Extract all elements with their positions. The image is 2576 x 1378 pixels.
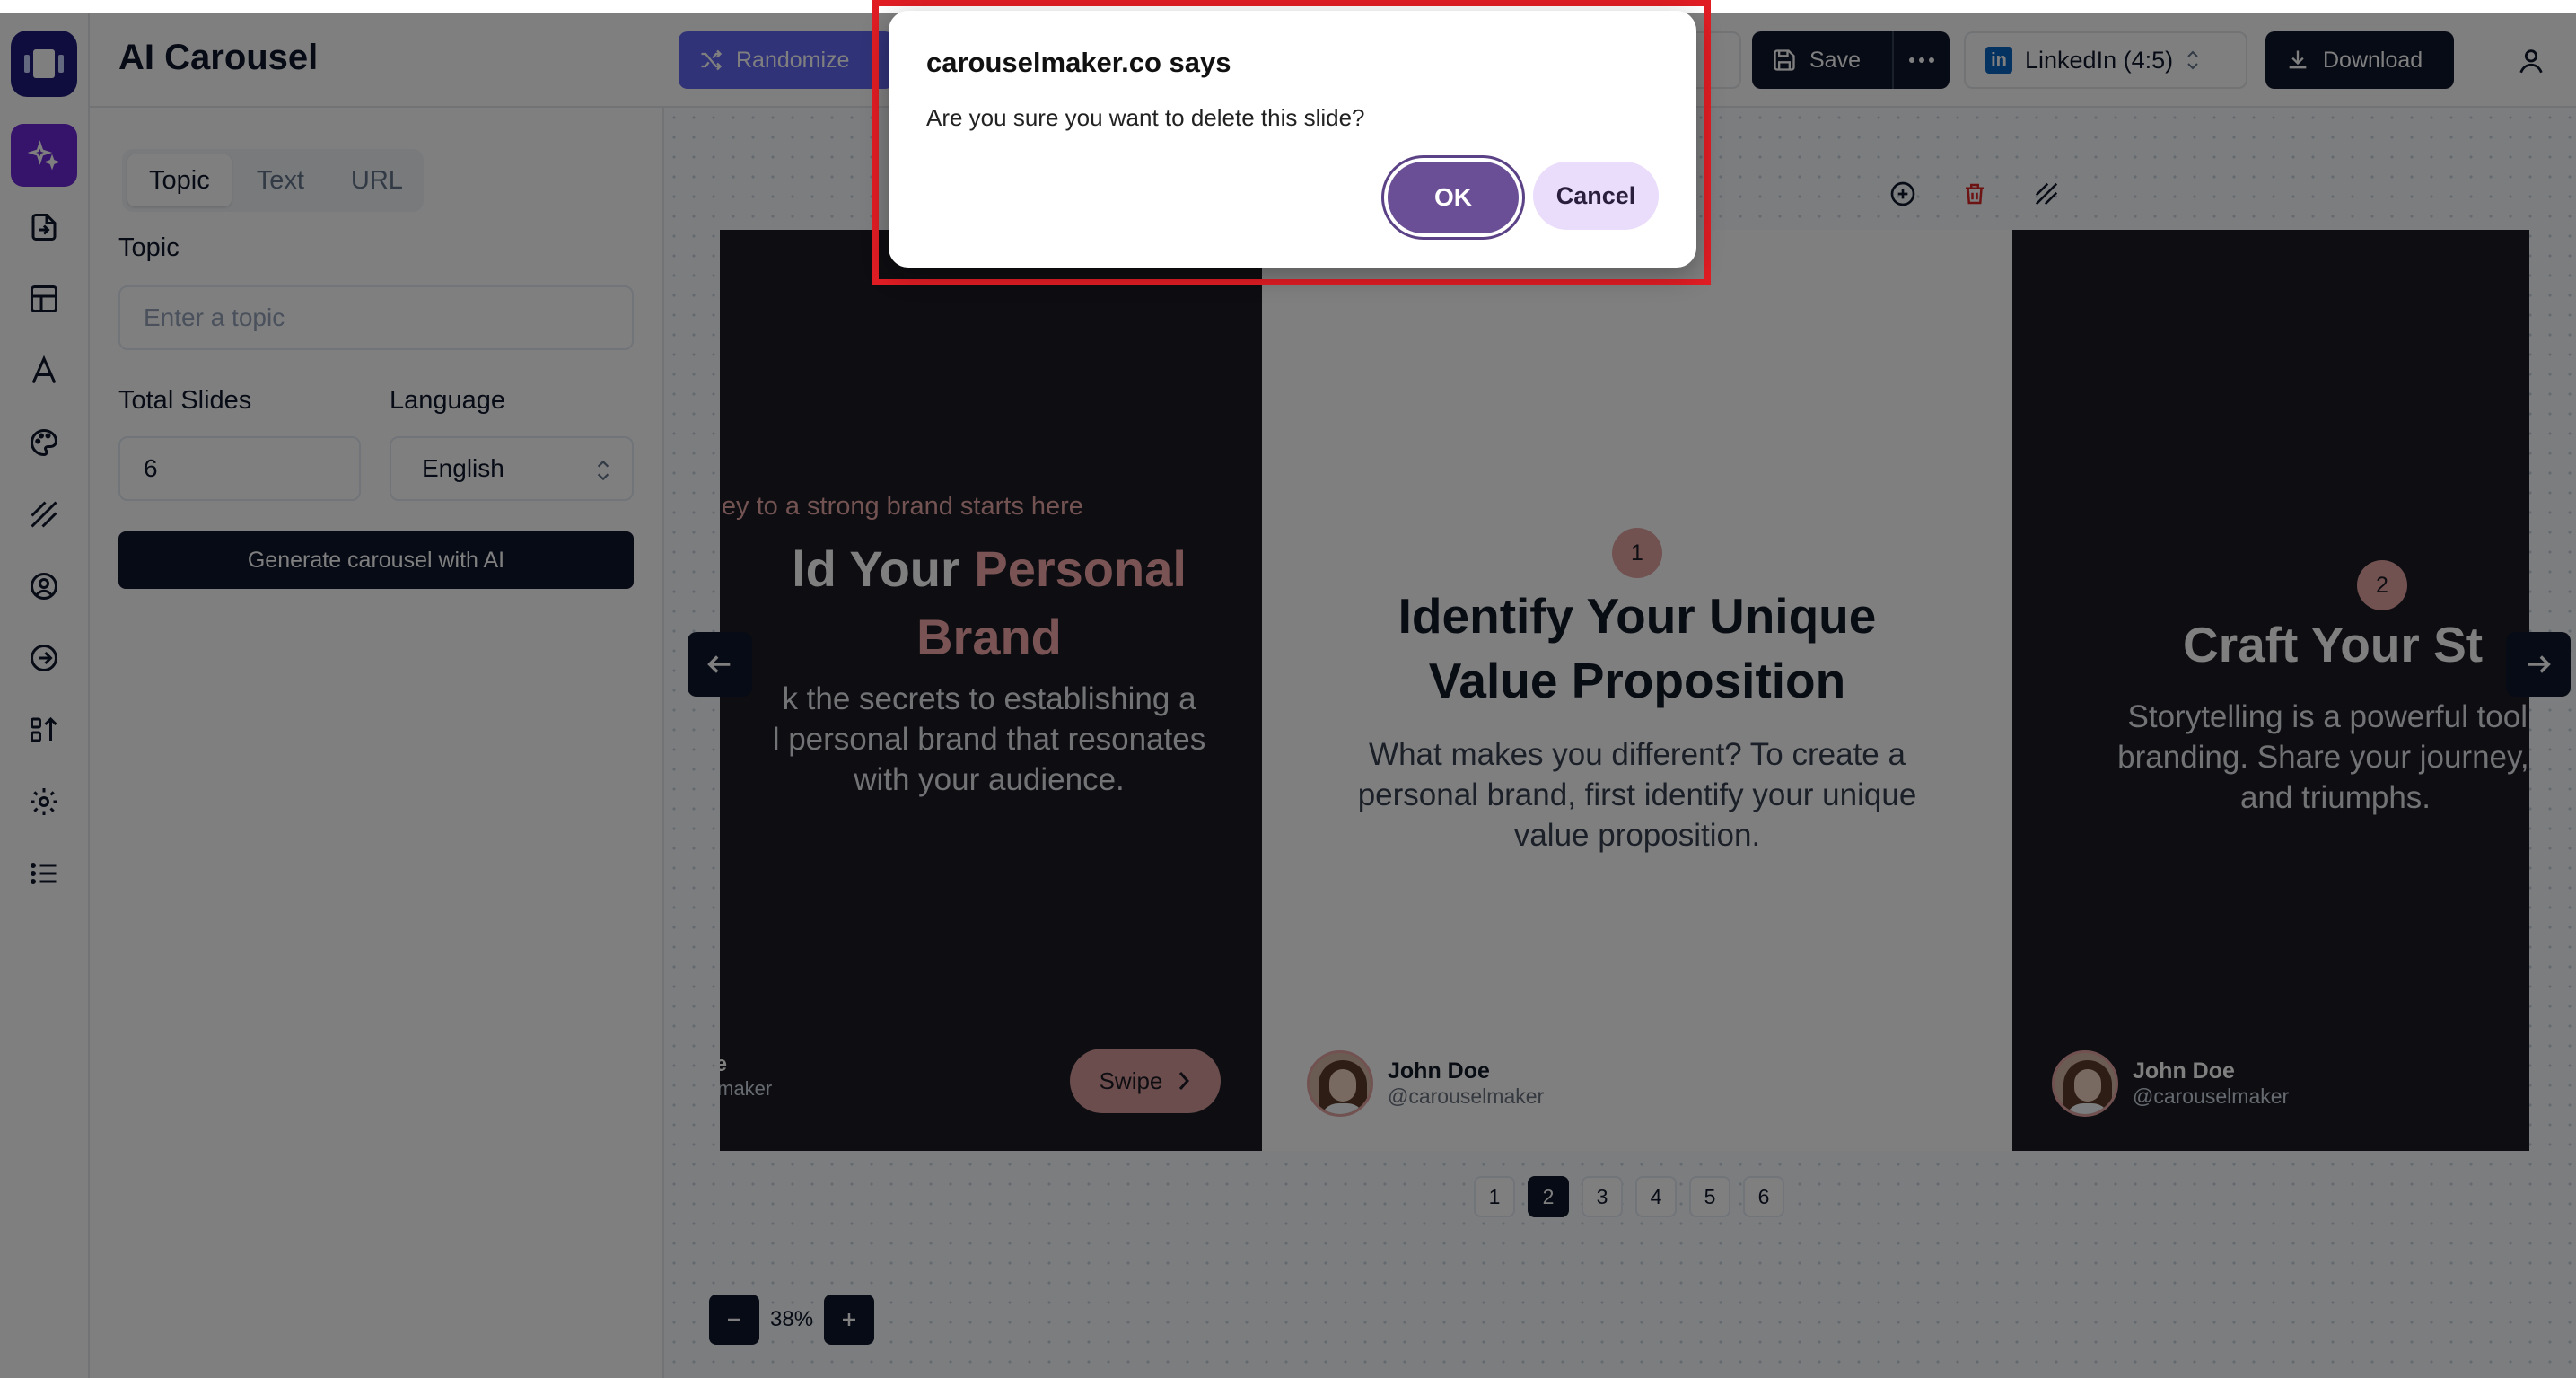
- ok-button[interactable]: OK: [1388, 162, 1519, 233]
- dialog-message: Are you sure you want to delete this sli…: [926, 104, 1365, 131]
- cancel-button[interactable]: Cancel: [1533, 162, 1659, 230]
- dialog-title: carouselmaker.co says: [926, 47, 1231, 78]
- confirm-dialog: carouselmaker.co says Are you sure you w…: [889, 11, 1696, 268]
